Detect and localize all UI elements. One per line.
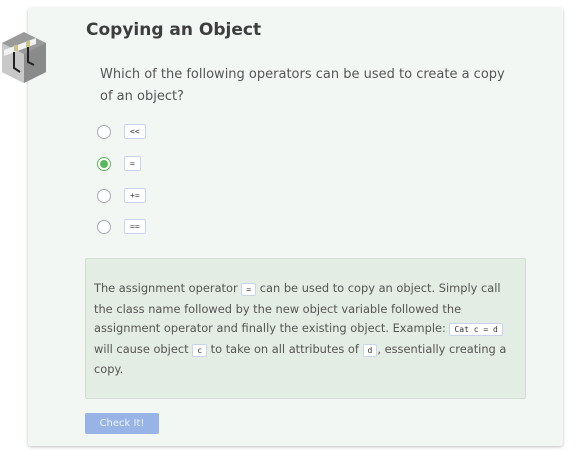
code-snippet: Cat c = d <box>449 323 503 337</box>
radio-button[interactable] <box>97 219 111 234</box>
page-title: Copying an Object <box>86 20 262 40</box>
option-2[interactable]: += <box>97 188 146 203</box>
code-snippet: = <box>241 283 257 296</box>
radio-button[interactable] <box>97 188 111 203</box>
question-text: Which of the following operators can be … <box>100 67 505 104</box>
option-3[interactable]: == <box>97 219 146 234</box>
option-label: == <box>124 219 146 234</box>
feedback-text: will cause object <box>94 341 193 356</box>
option-label: += <box>124 188 146 203</box>
code-snippet: c <box>192 343 208 357</box>
feedback-box: The assignment operator = can be used to… <box>85 258 526 399</box>
option-1[interactable]: = <box>97 156 141 171</box>
code-snippet: d <box>362 343 378 357</box>
radio-button-checked[interactable] <box>97 156 111 171</box>
option-label: << <box>124 124 146 139</box>
option-0[interactable]: << <box>97 124 146 139</box>
radio-button[interactable] <box>97 124 111 139</box>
option-label: = <box>124 156 141 171</box>
feedback-text: to take on all attributes of <box>207 341 363 356</box>
room-logo-icon <box>2 32 46 83</box>
check-it-button[interactable]: Check It! <box>85 413 159 434</box>
feedback-text: The assignment operator <box>94 281 242 295</box>
